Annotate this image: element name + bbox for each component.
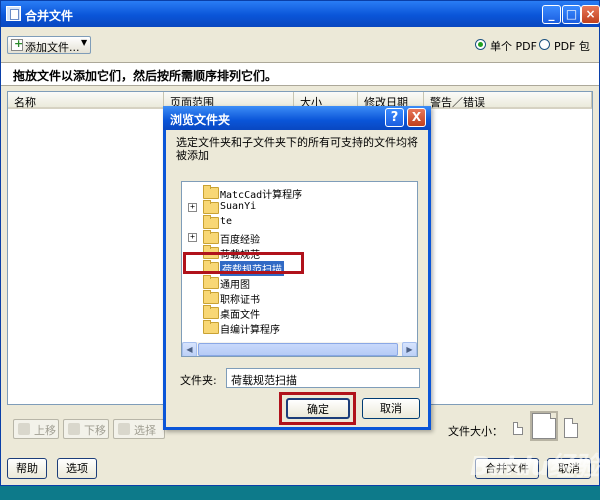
tree-item[interactable]: 职称证书 xyxy=(182,290,402,306)
expand-icon[interactable]: + xyxy=(188,203,197,212)
add-files-label: 添加文件... xyxy=(25,41,80,54)
scroll-right-arrow[interactable]: ▶ xyxy=(402,342,417,356)
pdf-package-radio[interactable] xyxy=(539,39,550,50)
watermark-logo: Baidu经验 xyxy=(470,452,599,482)
tree-item[interactable]: te xyxy=(182,215,402,230)
instruction-text: 拖放文件以添加它们，然后按所需顺序排列它们。 xyxy=(1,62,599,86)
move-up-button[interactable]: 上移 xyxy=(13,419,59,439)
folder-icon xyxy=(203,185,219,199)
expand-icon[interactable]: + xyxy=(188,233,197,242)
window-title: 合并文件 xyxy=(25,9,74,23)
add-files-button[interactable]: 添加文件... ▼ xyxy=(7,36,91,54)
tree-item[interactable]: 通用图 xyxy=(182,275,402,291)
dialog-title: 浏览文件夹 xyxy=(170,113,231,127)
folder-input[interactable]: 荷载规范扫描 xyxy=(226,368,420,388)
options-button[interactable]: 选项 xyxy=(57,458,97,479)
ok-button[interactable]: 确定 xyxy=(286,398,350,419)
pages-icon xyxy=(118,423,130,435)
tree-item-label: MatcCad计算程序 xyxy=(220,190,303,201)
add-file-icon xyxy=(11,37,23,51)
select-pages-button[interactable]: 选择页面 xyxy=(113,419,165,439)
highlight-box-selected-folder xyxy=(183,252,304,274)
tree-item[interactable]: 桌面文件 xyxy=(182,305,402,321)
single-pdf-label[interactable]: 单个 PDF xyxy=(490,38,537,54)
move-down-label: 下移 xyxy=(84,424,106,437)
help-button[interactable]: 帮助 xyxy=(7,458,47,479)
scroll-left-arrow[interactable]: ◀ xyxy=(182,342,197,356)
file-size-label: 文件大小： xyxy=(448,425,503,438)
select-pages-label: 选择页面 xyxy=(134,424,156,437)
up-arrow-icon xyxy=(18,423,30,435)
small-size-icon[interactable] xyxy=(513,422,523,435)
column-header-name[interactable]: 名称 xyxy=(8,92,164,109)
dialog-help-button[interactable]: ? xyxy=(385,108,404,127)
pdf-package-label[interactable]: PDF 包 xyxy=(554,38,590,54)
tree-item[interactable]: + 百度经验 xyxy=(182,230,402,246)
column-header-warnings[interactable]: 警告／错误 xyxy=(424,92,592,109)
tree-item-label: 职称证书 xyxy=(220,295,260,306)
minimize-button[interactable]: _ xyxy=(542,5,561,24)
folder-icon xyxy=(203,200,219,214)
tree-item-label: 自编计算程序 xyxy=(220,325,280,336)
dialog-close-button[interactable]: X xyxy=(407,108,426,127)
folder-icon xyxy=(203,230,219,244)
folder-field-label: 文件夹: xyxy=(180,374,217,387)
tree-item-label: SuanYi xyxy=(220,201,257,212)
close-button[interactable]: × xyxy=(581,5,600,24)
tree-item-label: 通用图 xyxy=(220,280,250,291)
folder-icon xyxy=(203,305,219,319)
maximize-button[interactable]: □ xyxy=(562,5,581,24)
dialog-title-bar[interactable]: 浏览文件夹 ? X xyxy=(163,106,431,130)
horizontal-scrollbar[interactable]: ◀ ▶ xyxy=(182,342,417,356)
folder-icon xyxy=(203,320,219,334)
title-bar[interactable]: 合并文件 _ □ × xyxy=(1,1,600,27)
folder-icon xyxy=(203,275,219,289)
large-size-icon[interactable] xyxy=(564,418,578,438)
tree-item[interactable]: 自编计算程序 xyxy=(182,320,402,336)
dialog-cancel-button[interactable]: 取消 xyxy=(362,398,420,419)
folder-icon xyxy=(203,215,219,229)
folder-icon xyxy=(203,290,219,304)
dialog-description: 选定文件夹和子文件夹下的所有可支持的文件均将被添加 xyxy=(176,136,418,162)
move-up-label: 上移 xyxy=(34,424,56,437)
tree-item-label: 桌面文件 xyxy=(220,310,260,321)
tree-item-label: 百度经验 xyxy=(220,235,260,246)
tree-item[interactable]: + SuanYi xyxy=(182,200,402,215)
single-pdf-radio[interactable] xyxy=(475,39,486,50)
horizontal-scroll-thumb[interactable] xyxy=(198,343,398,356)
tree-item[interactable]: MatcCad计算程序 xyxy=(182,185,402,201)
medium-size-icon[interactable] xyxy=(530,411,558,441)
app-icon xyxy=(6,6,21,21)
down-arrow-icon xyxy=(68,423,80,435)
dropdown-arrow-icon: ▼ xyxy=(81,38,88,47)
move-down-button[interactable]: 下移 xyxy=(63,419,109,439)
tree-item-label: te xyxy=(220,216,233,227)
